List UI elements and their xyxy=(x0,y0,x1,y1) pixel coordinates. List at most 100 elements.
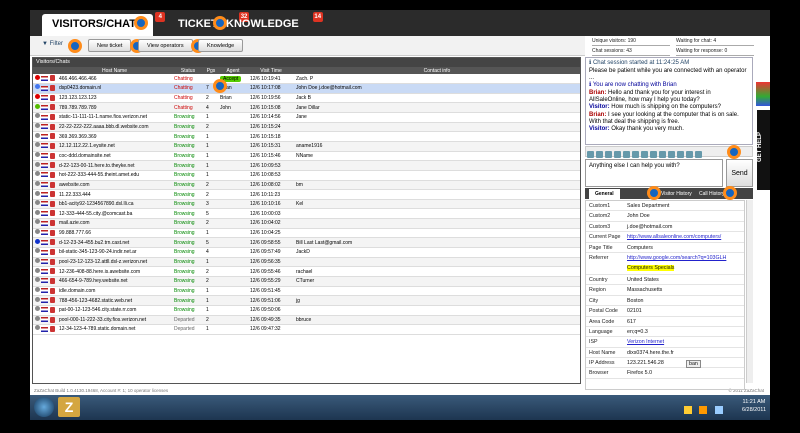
info-value[interactable]: http://www.allsaleonline.com/computers/ xyxy=(627,234,721,240)
table-row[interactable]: awebsite.com Browsing 2 12/6 10:08:02 bm xyxy=(33,180,580,191)
table-row[interactable]: 12-333-444-55.city.@comcast.ba Browsing 5 1… xyxy=(33,208,580,220)
table-row[interactable]: 123.123.123.123 Chatting 2 Brian 12/6 10:19:… xyxy=(33,93,580,104)
info-value[interactable]: Verizon Internet xyxy=(627,339,664,345)
table-row[interactable]: 466-654-9-789.hey.website.net Browsing 2 12… xyxy=(33,276,580,287)
stat-value: 190 xyxy=(627,38,636,44)
flag-icon xyxy=(41,133,49,139)
save-icon[interactable] xyxy=(587,151,594,158)
table-row[interactable]: coc-ddd.domainsite.net Browsing 1 12/6 10:1… xyxy=(33,151,580,162)
view-operators-button[interactable]: View operators xyxy=(138,39,193,52)
contact-info: John Doe j.doe@hotmail.com xyxy=(294,83,580,94)
table-row[interactable]: 12-236-408-88.here.is.awebsite.com Browsi… xyxy=(33,266,580,277)
tray-app-icon[interactable] xyxy=(684,406,692,414)
email-icon[interactable] xyxy=(605,151,612,158)
flag-icon xyxy=(41,210,49,216)
table-row[interactable]: 99.888.777.66 Browsing 1 12/6 10:04:25 xyxy=(33,228,580,239)
table-row[interactable]: pool-000-11-222-33.city.fios.verizon.net… xyxy=(33,315,580,326)
message-input[interactable]: Anything else I can help you with? xyxy=(585,159,723,187)
transfer-icon[interactable] xyxy=(632,151,639,158)
image-icon[interactable] xyxy=(668,151,675,158)
ban-button[interactable]: ban xyxy=(686,360,701,369)
col-status[interactable]: Status xyxy=(172,67,204,74)
pages: 1 xyxy=(204,305,218,316)
table-row[interactable]: 789.789.789.789 Chatting 4 John 12/6 10:15:0… xyxy=(33,102,580,114)
table-row[interactable]: d-22-123-00-11.here.to.theyke.net Browsin… xyxy=(33,160,580,171)
table-row[interactable]: mail.azie.com Browsing 2 12/6 10:04:02 xyxy=(33,218,580,229)
visit-time: 12/6 10:15:31 xyxy=(248,141,294,152)
zazachat-taskbar-button[interactable]: Z xyxy=(58,397,80,417)
info-row: IP Address 123.221.546.28 ban xyxy=(586,358,744,369)
ban-icon[interactable] xyxy=(641,151,648,158)
table-row[interactable]: 788-456-123-4682.static.web.net Browsing 1… xyxy=(33,295,580,306)
table-row[interactable]: static-11-111-11-1.name.fios.verizon.net… xyxy=(33,112,580,123)
file-icon[interactable] xyxy=(650,151,657,158)
table-row[interactable]: 12-34-123-4-789.static.domain.net Departe… xyxy=(33,324,580,335)
info-value: Massachusetts xyxy=(627,287,663,294)
send-button[interactable]: Send xyxy=(726,159,753,187)
host-name: mail.azie.com xyxy=(57,218,172,229)
print-icon[interactable] xyxy=(596,151,603,158)
table-row[interactable]: dsp0423.domain.nlChatting7Brian12/6 10:1… xyxy=(33,83,580,94)
col-icons[interactable] xyxy=(33,67,57,74)
table-row[interactable]: pat-00-12-123-546.city.state.rr.com Brows… xyxy=(33,305,580,316)
filter-button[interactable]: ▼ Filter xyxy=(42,41,63,47)
col-visit-time[interactable]: Visit Time xyxy=(248,67,294,74)
pages: 2 xyxy=(204,315,218,326)
table-row[interactable]: bil-static-345-123-90-24.indir.net.ar Bro… xyxy=(33,247,580,258)
table-row[interactable]: 12.12.112.22.1.eysite.net Browsing 1 12/6 1… xyxy=(33,141,580,152)
table-row[interactable]: idle.domain.com Browsing 1 12/6 09:51:45 xyxy=(33,286,580,297)
table-row[interactable]: 11.22.333.444 Browsing 2 12/6 10:11:23 xyxy=(33,189,580,200)
pages: 2 xyxy=(204,93,218,104)
knowledge-button[interactable]: Knowledge xyxy=(198,39,244,52)
contact-info: rachael xyxy=(294,266,580,277)
visit-time: 12/6 10:15:46 xyxy=(248,151,294,162)
clock-date: 6/28/2011 xyxy=(741,407,766,413)
new-ticket-button[interactable]: New ticket xyxy=(88,39,132,52)
table-row[interactable]: 466.466.466.466 Chatting Accept 12/6 10:19:… xyxy=(33,74,580,85)
settings-icon[interactable] xyxy=(659,151,666,158)
tab-visitor-history[interactable]: Visitor History xyxy=(655,189,698,199)
smiley-icon[interactable] xyxy=(677,151,684,158)
col-pages[interactable]: Pgs xyxy=(204,67,218,74)
flag-icon xyxy=(41,75,49,81)
table-row[interactable]: 22-22-222-222.aaaa.bbb.dl.website.com Bro… xyxy=(33,122,580,133)
close-chat-icon[interactable] xyxy=(686,151,693,158)
flag-icon xyxy=(41,182,49,188)
tray-flag-icon[interactable] xyxy=(699,406,708,414)
host-name: pool-23-12-123-12.attll.dsl-z.verizon.ne… xyxy=(57,257,172,268)
get-help-tab[interactable]: GET HELP xyxy=(757,110,770,190)
table-row[interactable]: d-12-23-34-455.bu2.trn.cast.net Browsing 5… xyxy=(33,237,580,249)
stat-label: Unique visitors: xyxy=(592,38,627,44)
visit-time: 12/6 10:08:02 xyxy=(248,180,294,191)
clock[interactable]: 11:21 AM 6/28/2011 xyxy=(742,398,766,414)
visit-time: 12/6 09:51:06 xyxy=(248,295,294,306)
info-row: Referrer http://www.google.com/search?q=1… xyxy=(586,253,744,275)
visitor-icon xyxy=(49,220,55,227)
info-value[interactable]: http://www.google.com/search?q=103GLH xyxy=(627,255,726,261)
col-host[interactable]: Host Name xyxy=(57,67,172,74)
table-row[interactable]: hot-222-333-444-55.theint.amet.edu Browsi… xyxy=(33,170,580,181)
push-page-icon[interactable] xyxy=(614,151,621,158)
tab-badge: 14 xyxy=(312,12,323,22)
table-row[interactable]: pool-23-12-123-12.attll.dsl-z.verizon.ne… xyxy=(33,257,580,268)
tab-general[interactable]: General xyxy=(589,189,620,199)
visitor-icon xyxy=(49,306,55,313)
chat-transcript[interactable]: ℹ Chat session started at 11:24:25 AM Pl… xyxy=(585,57,753,145)
start-button[interactable] xyxy=(34,397,54,417)
visitor-icon xyxy=(49,200,55,207)
tab-label: VISITORS/CHATS xyxy=(52,18,144,30)
col-contact[interactable]: Contact info xyxy=(294,67,580,74)
tray-network-icon[interactable] xyxy=(714,406,723,414)
status-dot-icon xyxy=(35,209,40,215)
table-row[interactable]: bb1-acity92-1234567890.dsl.lli.ca Browsin… xyxy=(33,199,580,210)
table-row[interactable]: 369.369.369.369 Browsing 1 12/6 10:15:18 xyxy=(33,131,580,142)
info-panel-icon[interactable] xyxy=(695,151,702,158)
canned-icon[interactable] xyxy=(623,151,630,158)
info-scrollbar[interactable] xyxy=(746,200,753,383)
agent xyxy=(218,141,248,152)
col-agent[interactable]: Agent xyxy=(218,67,248,74)
status: Chatting xyxy=(172,93,204,104)
visit-time: 12/6 10:19:56 xyxy=(248,93,294,104)
parrot-icon xyxy=(756,82,770,106)
tab-knowledge[interactable]: KNOWLEDGE 14 xyxy=(216,12,323,36)
